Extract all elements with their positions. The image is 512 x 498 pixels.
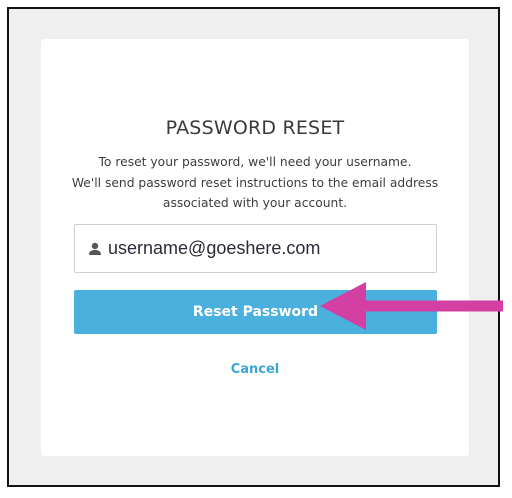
annotation-arrow-icon <box>320 282 503 330</box>
